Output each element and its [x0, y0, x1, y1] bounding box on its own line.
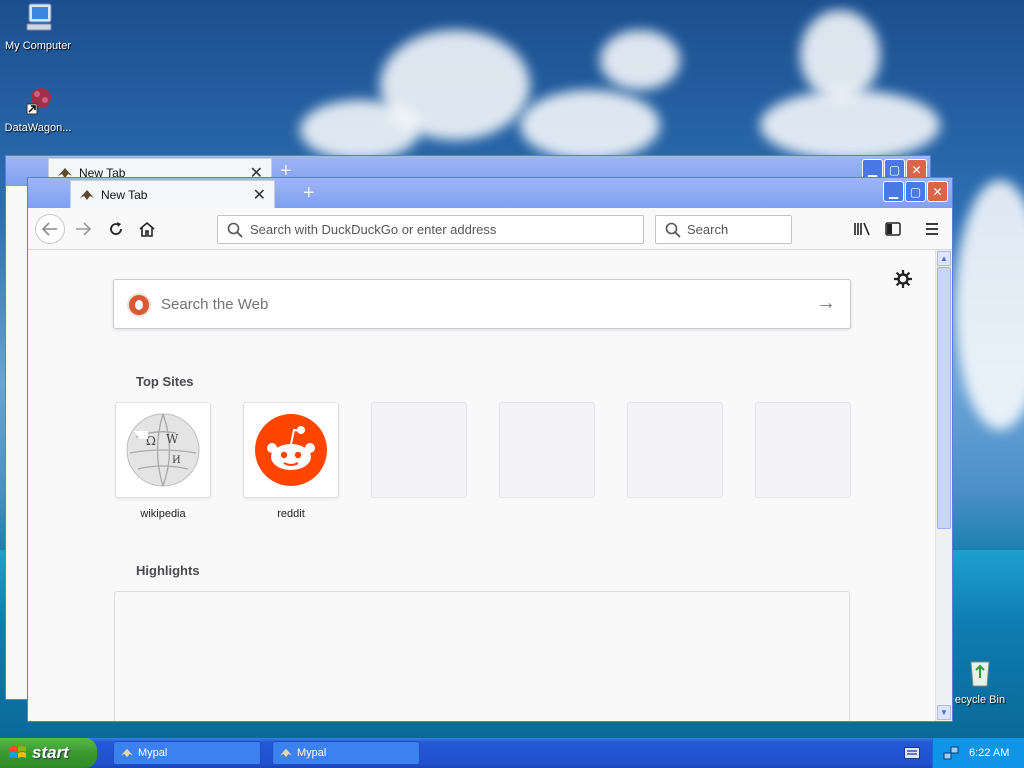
start-label: start	[32, 743, 69, 762]
maximize-button[interactable]: ▢	[905, 181, 926, 202]
forward-button[interactable]	[69, 215, 97, 243]
tab-title: New Tab	[101, 187, 148, 202]
top-sites-title: Top Sites	[136, 374, 194, 389]
cloud	[300, 100, 420, 160]
cloud	[800, 10, 880, 100]
mypal-icon	[80, 189, 94, 200]
arrow-right-icon[interactable]: →	[816, 292, 836, 315]
navigation-toolbar: Search with DuckDuckGo or enter address …	[28, 208, 952, 250]
close-window-button[interactable]: ✕	[927, 181, 948, 202]
library-icon	[854, 222, 870, 236]
scrollbar-thumb[interactable]	[937, 267, 951, 529]
browser-window[interactable]: New Tab ✕ + ▁ ▢ ✕ Search with DuckDuckGo…	[27, 177, 953, 722]
menu-icon	[926, 223, 938, 235]
taskbar-item-label: Mypal	[297, 747, 327, 759]
address-bar-placeholder: Search with DuckDuckGo or enter address	[250, 222, 497, 237]
network-icon[interactable]	[943, 745, 959, 761]
search-bar[interactable]: Search	[655, 215, 792, 244]
cloud	[760, 90, 940, 160]
keyboard-icon[interactable]	[904, 747, 920, 759]
system-tray: 6:22 AM	[932, 738, 1024, 768]
search-bar-placeholder: Search	[687, 222, 729, 237]
minimize-button[interactable]: ▁	[883, 181, 904, 202]
desktop-icon-datawagon[interactable]: DataWagon...	[1, 84, 75, 134]
mypal-icon	[280, 748, 292, 758]
top-site-tile-empty[interactable]	[755, 402, 851, 498]
close-tab-icon[interactable]: ✕	[253, 185, 266, 205]
taskbar-item-mypal[interactable]: Mypal	[272, 741, 420, 765]
cloud	[520, 90, 660, 160]
duckduckgo-icon	[127, 293, 151, 317]
scroll-down-button[interactable]: ▼	[937, 705, 951, 720]
web-search-box[interactable]: Search the Web →	[113, 279, 851, 329]
library-button[interactable]	[848, 215, 876, 243]
back-button[interactable]	[35, 214, 65, 244]
web-search-placeholder: Search the Web	[161, 295, 269, 313]
taskbar-item-label: Mypal	[138, 747, 168, 759]
title-bar[interactable]: New Tab ✕ + ▁ ▢ ✕	[28, 178, 952, 208]
cloud	[600, 30, 680, 90]
top-site-tile-empty[interactable]	[371, 402, 467, 498]
top-site-label: reddit	[277, 508, 305, 520]
menu-button[interactable]	[918, 215, 946, 243]
cloud	[955, 180, 1024, 430]
reload-icon	[110, 222, 122, 235]
new-tab-page: Search the Web → Top Sites Ω W И wikiped…	[28, 250, 935, 721]
top-site-tile-reddit[interactable]	[243, 402, 339, 498]
svg-text:W: W	[166, 432, 179, 446]
wikipedia-icon: Ω W И	[126, 413, 200, 487]
address-bar[interactable]: Search with DuckDuckGo or enter address	[217, 215, 644, 244]
gear-icon	[894, 270, 912, 288]
back-arrow-icon	[42, 222, 57, 236]
desktop-icon-label: DataWagon...	[4, 122, 72, 134]
windows-flag-icon	[10, 746, 26, 758]
top-site-label: wikipedia	[140, 508, 186, 520]
reload-button[interactable]	[102, 215, 130, 243]
taskbar-item-mypal[interactable]: Mypal	[113, 741, 261, 765]
reddit-icon	[255, 414, 327, 486]
taskbar: start Mypal Mypal 6:22 AM	[0, 738, 1024, 768]
scroll-up-button[interactable]: ▲	[937, 251, 951, 266]
top-site-tile-empty[interactable]	[499, 402, 595, 498]
highlights-title: Highlights	[136, 563, 200, 578]
top-site-tile-empty[interactable]	[627, 402, 723, 498]
new-tab-button[interactable]: +	[303, 182, 315, 205]
customize-button[interactable]	[894, 270, 912, 293]
desktop-icon-label: My Computer	[4, 40, 72, 52]
sidebar-button[interactable]	[879, 215, 907, 243]
clock[interactable]: 6:22 AM	[969, 747, 1009, 759]
tab-new-tab[interactable]: New Tab ✕	[70, 180, 275, 208]
shortcut-icon	[26, 88, 51, 115]
forward-arrow-icon	[76, 222, 91, 236]
search-icon	[227, 222, 243, 238]
sidebar-icon	[885, 222, 901, 236]
vertical-scrollbar[interactable]: ▲ ▼	[935, 250, 952, 721]
top-site-tile-wikipedia[interactable]: Ω W И	[115, 402, 211, 498]
home-button[interactable]	[133, 215, 161, 243]
home-icon	[139, 221, 155, 237]
recycle-bin-icon	[970, 661, 990, 687]
computer-icon	[26, 3, 52, 31]
search-icon	[665, 222, 681, 238]
svg-text:И: И	[172, 455, 181, 466]
desktop-icon-my-computer[interactable]: My Computer	[1, 2, 75, 52]
mypal-icon	[121, 748, 133, 758]
start-button[interactable]: start	[0, 738, 97, 768]
highlights-placeholder	[114, 591, 850, 721]
